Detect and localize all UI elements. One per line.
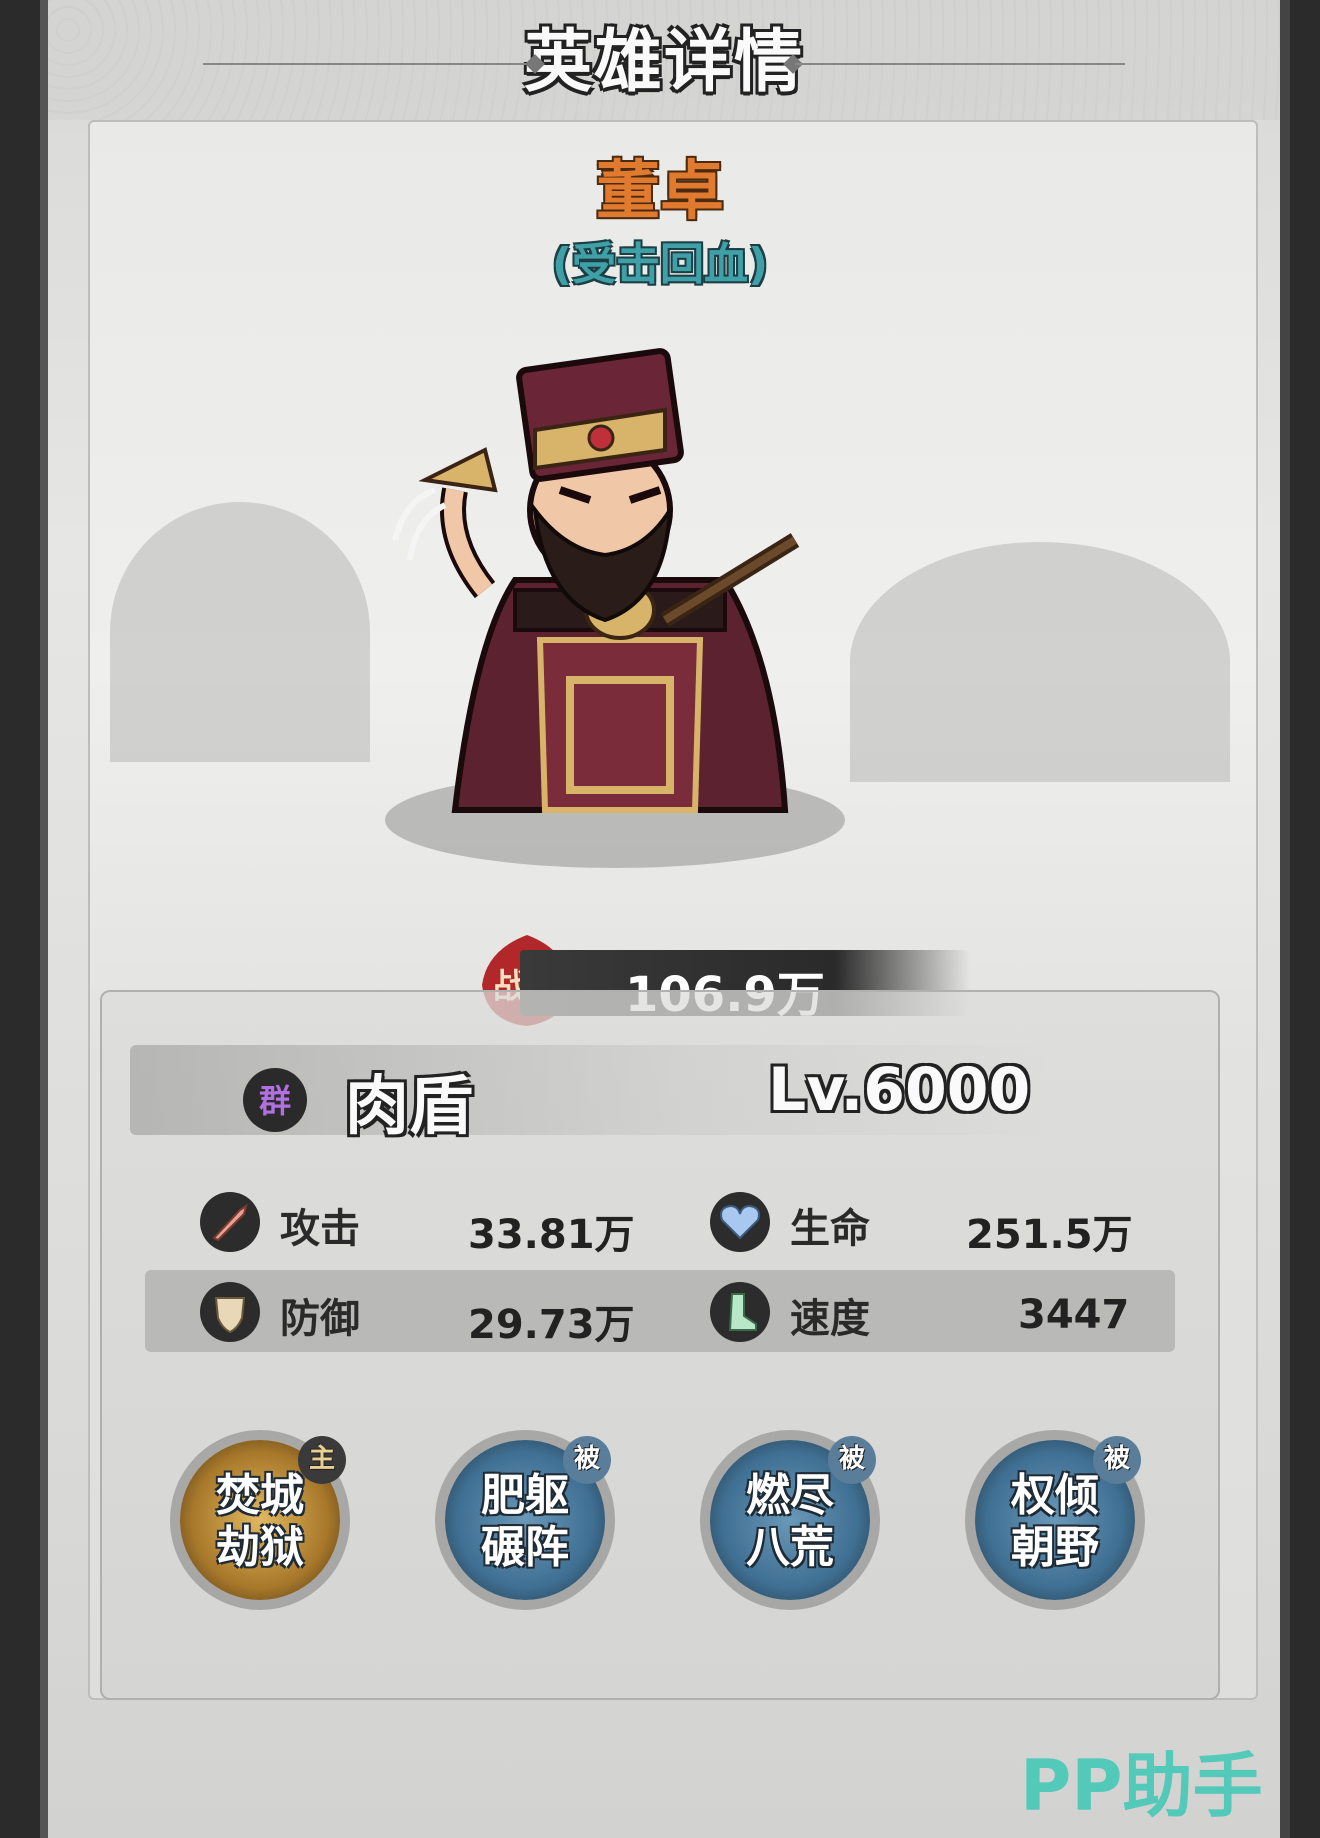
level-label: Lv.6000 [768, 1055, 1031, 1125]
watermark: PP助手 [1020, 1745, 1263, 1827]
shield-icon [200, 1282, 260, 1342]
skill-type-badge: 被 [563, 1436, 611, 1484]
skill-type-badge: 主 [298, 1436, 346, 1484]
faction-label: 群 [259, 1082, 291, 1120]
stat-value: 33.81万 [468, 1212, 635, 1258]
faction-icon: 群 [243, 1068, 307, 1132]
skill-type-badge: 被 [1093, 1436, 1141, 1484]
hero-portrait[interactable] [365, 340, 885, 880]
stat-label: 攻击 [280, 1206, 360, 1252]
skill-name-line: 八荒 [746, 1522, 834, 1573]
title-divider-left [203, 63, 533, 65]
title-divider-right [795, 63, 1125, 65]
stat-speed: 速度 3447 [708, 1280, 1130, 1350]
title-bar: 英雄详情 [48, 18, 1280, 108]
stat-defense: 防御 29.73万 [198, 1280, 635, 1350]
skill-name: 肥躯 碾阵 [445, 1470, 605, 1574]
skill-name: 权倾 朝野 [975, 1470, 1135, 1574]
skill-button-passive[interactable]: 权倾 朝野 被 [955, 1420, 1155, 1620]
stat-label: 速度 [790, 1296, 870, 1342]
stat-value: 251.5万 [966, 1212, 1133, 1258]
skill-button-passive[interactable]: 燃尽 八荒 被 [690, 1420, 890, 1620]
skill-name: 燃尽 八荒 [710, 1470, 870, 1574]
stat-health: 生命 251.5万 [708, 1190, 1133, 1260]
skill-button-passive[interactable]: 肥躯 碾阵 被 [425, 1420, 625, 1620]
stat-label: 防御 [280, 1296, 360, 1342]
mountain-backdrop [110, 502, 370, 762]
skill-name: 焚城 劫狱 [180, 1470, 340, 1574]
stat-attack: 攻击 33.81万 [198, 1190, 635, 1260]
boot-icon [710, 1282, 770, 1342]
skill-name-line: 劫狱 [216, 1522, 304, 1573]
hero-trait: (受击回血) [551, 239, 769, 290]
stat-label: 生命 [790, 1206, 870, 1252]
class-label: 肉盾 [345, 1070, 473, 1144]
stat-value: 29.73万 [468, 1302, 635, 1348]
heart-icon [710, 1192, 770, 1252]
skill-name-line: 碾阵 [481, 1522, 569, 1573]
stat-value: 3447 [1018, 1292, 1130, 1338]
hero-name: 董卓 [596, 155, 724, 229]
sword-icon [200, 1192, 260, 1252]
skill-type-badge: 被 [828, 1436, 876, 1484]
skill-button-active[interactable]: 焚城 劫狱 主 [160, 1420, 360, 1620]
skill-name-line: 朝野 [1011, 1522, 1099, 1573]
mountain-backdrop [850, 542, 1230, 782]
